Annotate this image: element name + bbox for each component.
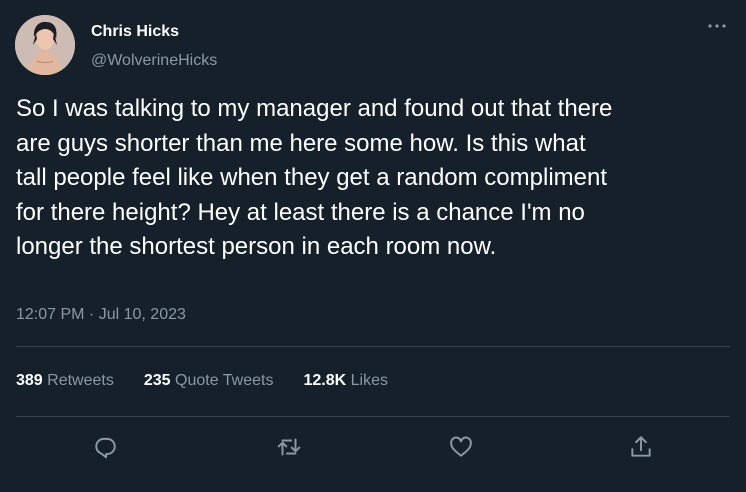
- quote-tweets-count: 235: [143, 372, 171, 389]
- share-icon: [631, 436, 651, 457]
- tweet-text-line: are guys shorter than me here some how. …: [16, 129, 586, 157]
- ellipsis-icon: [708, 24, 726, 28]
- divider: [16, 346, 730, 347]
- avatar[interactable]: [15, 15, 75, 75]
- heart-icon: [450, 436, 472, 457]
- reply-icon: [95, 437, 116, 459]
- quote-tweets-label: Quote Tweets: [175, 372, 274, 389]
- divider: [16, 416, 730, 417]
- tweet-card: Chris Hicks @WolverineHicks So I was tal…: [0, 0, 746, 492]
- retweets-count: 389: [16, 372, 43, 389]
- tweet-text-line: So I was talking to my manager and found…: [16, 95, 613, 122]
- tweet-text-line: for there height? Hey at least there is …: [16, 198, 585, 226]
- avatar-image: [15, 15, 75, 75]
- action-bar: [0, 430, 746, 464]
- retweet-icon: [277, 438, 301, 456]
- tweet-text: So I was talking to my manager and found…: [16, 92, 738, 265]
- more-options-button[interactable]: [700, 14, 734, 38]
- share-button[interactable]: [624, 430, 658, 464]
- likes-count: 12.8K: [303, 372, 347, 389]
- retweet-button[interactable]: [272, 430, 306, 464]
- retweets-label: Retweets: [47, 372, 114, 389]
- tweet-timestamp[interactable]: 12:07 PM · Jul 10, 2023: [16, 306, 186, 324]
- engagement-stats: 389 Retweets 235 Quote Tweets 12.8K Like…: [16, 372, 418, 390]
- author-handle[interactable]: @WolverineHicks: [91, 52, 217, 70]
- quote-tweets-stat[interactable]: 235 Quote Tweets: [144, 372, 274, 390]
- reply-button[interactable]: [88, 430, 122, 464]
- tweet-text-line: longer the shortest person in each room …: [16, 233, 497, 260]
- tweet-text-line: tall people feel like when they get a ra…: [16, 164, 607, 191]
- likes-label: Likes: [350, 372, 388, 389]
- retweets-stat[interactable]: 389 Retweets: [16, 372, 114, 390]
- likes-stat[interactable]: 12.8K Likes: [303, 372, 388, 390]
- like-button[interactable]: [444, 430, 478, 464]
- author-name[interactable]: Chris Hicks: [91, 23, 179, 41]
